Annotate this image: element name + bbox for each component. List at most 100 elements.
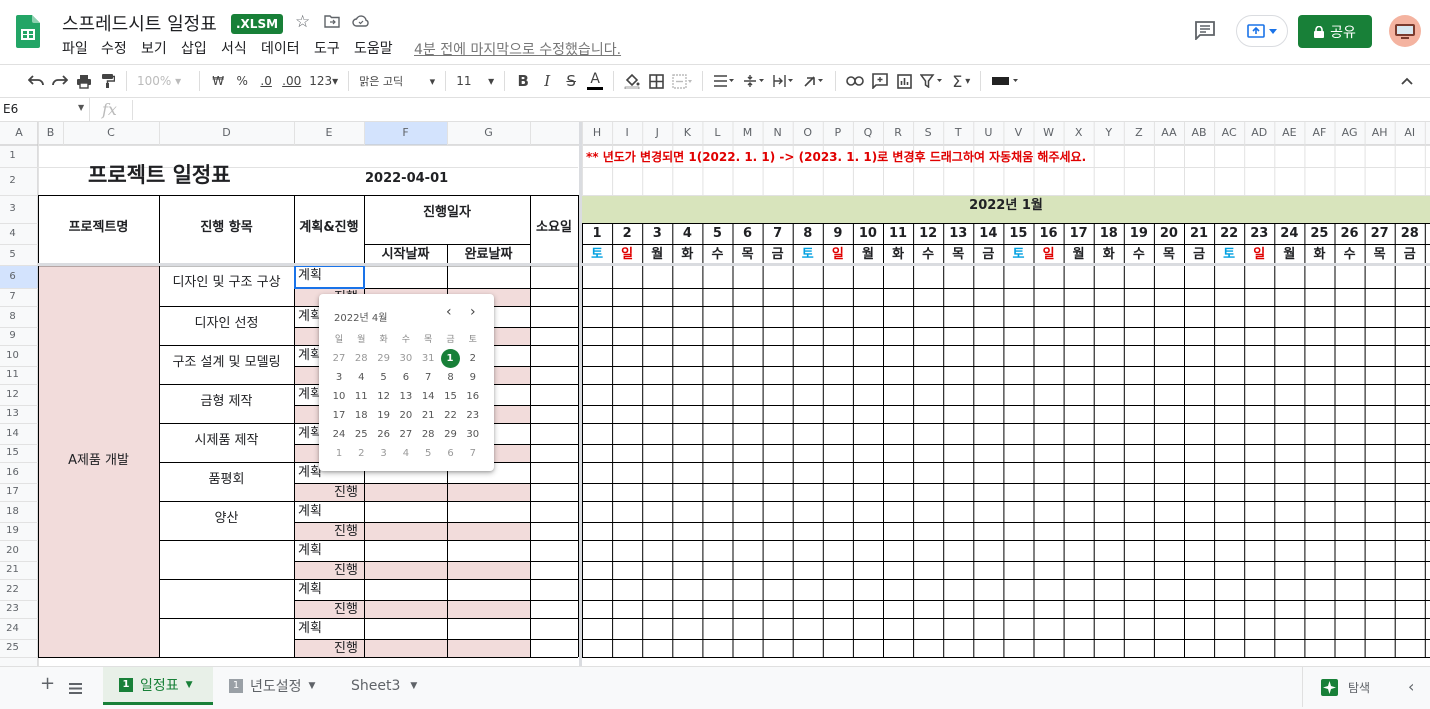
date-cell[interactable]: 20: [396, 407, 416, 424]
date-cell-outside[interactable]: 3: [374, 445, 394, 462]
date-cell[interactable]: 12: [374, 388, 394, 405]
increase-decimal-button[interactable]: .00: [279, 68, 304, 94]
date-cell-outside[interactable]: 27: [329, 350, 349, 367]
strikethrough-icon[interactable]: S: [560, 68, 582, 94]
row-header-24[interactable]: 24: [0, 624, 25, 634]
star-icon[interactable]: ☆: [295, 12, 310, 32]
date-cell[interactable]: 15: [441, 388, 461, 405]
row-header-8[interactable]: 8: [0, 312, 25, 322]
bold-icon[interactable]: B: [512, 68, 534, 94]
text-rotate-icon[interactable]: [800, 68, 828, 94]
column-header-n[interactable]: N: [763, 127, 793, 138]
date-cell[interactable]: 27: [396, 426, 416, 443]
add-sheet-icon[interactable]: +: [40, 673, 55, 694]
share-button[interactable]: 공유: [1298, 15, 1372, 48]
row-header-6[interactable]: 6: [0, 272, 25, 282]
sheet-tab-sheet3[interactable]: Sheet3 ▼: [333, 667, 429, 705]
column-header-p[interactable]: P: [823, 127, 853, 138]
date-cell[interactable]: 26: [374, 426, 394, 443]
column-header-r[interactable]: R: [883, 127, 913, 138]
column-header-m[interactable]: M: [733, 127, 763, 138]
column-header-f[interactable]: F: [364, 127, 447, 138]
borders-icon[interactable]: [645, 68, 667, 94]
date-cell[interactable]: 5: [374, 369, 394, 386]
row-header-18[interactable]: 18: [0, 507, 25, 517]
date-cell[interactable]: 25: [351, 426, 371, 443]
cloud-status-icon[interactable]: [352, 13, 370, 32]
column-header-z[interactable]: Z: [1124, 127, 1154, 138]
print-icon[interactable]: [73, 68, 95, 94]
text-wrap-icon[interactable]: [770, 68, 798, 94]
row-header-23[interactable]: 23: [0, 604, 25, 614]
functions-icon[interactable]: Σ ▾: [949, 68, 973, 94]
input-tools-icon[interactable]: [988, 68, 1022, 94]
date-cell[interactable]: 28: [418, 426, 438, 443]
row-header-19[interactable]: 19: [0, 526, 25, 536]
column-header-u[interactable]: U: [973, 127, 1003, 138]
present-button[interactable]: [1236, 15, 1288, 47]
column-header-j[interactable]: J: [642, 127, 672, 138]
sheets-logo-icon[interactable]: [16, 15, 40, 48]
row-header-7[interactable]: 7: [0, 292, 25, 302]
menu-view[interactable]: 보기: [141, 38, 167, 58]
column-header-ai[interactable]: AI: [1395, 127, 1425, 138]
paint-format-icon[interactable]: [97, 68, 119, 94]
collapse-menu-icon[interactable]: [1396, 68, 1418, 94]
date-cell-outside[interactable]: 30: [396, 350, 416, 367]
date-cell[interactable]: 10: [329, 388, 349, 405]
date-cell-outside[interactable]: 2: [351, 445, 371, 462]
menu-insert[interactable]: 삽입: [181, 38, 207, 58]
row-header-11[interactable]: 11: [0, 370, 25, 380]
date-cell[interactable]: 2: [463, 350, 483, 367]
next-month-icon[interactable]: ›: [470, 304, 476, 320]
date-cell-outside[interactable]: 29: [374, 350, 394, 367]
column-header-ab[interactable]: AB: [1184, 127, 1214, 138]
date-cell[interactable]: 30: [463, 426, 483, 443]
percent-format-button[interactable]: %: [231, 68, 253, 94]
row-header-4[interactable]: 4: [0, 229, 25, 239]
explore-button[interactable]: 탐색: [1302, 667, 1388, 707]
date-cell[interactable]: 17: [329, 407, 349, 424]
date-cell-outside[interactable]: 7: [463, 445, 483, 462]
sheet-tab-year-settings[interactable]: 1 년도설정 ▼: [213, 667, 333, 705]
sheet-tab-schedule[interactable]: 1 일정표 ▼: [103, 667, 213, 705]
menu-format[interactable]: 서식: [221, 38, 247, 58]
vertical-align-icon[interactable]: [740, 68, 768, 94]
row-header-14[interactable]: 14: [0, 429, 25, 439]
menu-edit[interactable]: 수정: [101, 38, 127, 58]
redo-icon[interactable]: [49, 68, 71, 94]
column-header-d[interactable]: D: [159, 127, 294, 138]
column-header-e[interactable]: E: [294, 127, 364, 138]
column-header-o[interactable]: O: [793, 127, 823, 138]
column-header-y[interactable]: Y: [1094, 127, 1124, 138]
zoom-select[interactable]: 100% ▾: [134, 68, 184, 94]
date-cell[interactable]: 3: [329, 369, 349, 386]
last-edit-link[interactable]: 4분 전에 마지막으로 수정했습니다.: [414, 39, 621, 59]
date-cell[interactable]: 23: [463, 407, 483, 424]
row-header-5[interactable]: 5: [0, 250, 25, 260]
row-header-21[interactable]: 21: [0, 565, 25, 575]
date-picker[interactable]: 2022년 4월 ‹ › 일 월 화 수 목 금 토 27 28 29 30 31 1 2 3 4 5 6 7 8 9 1…: [319, 294, 494, 471]
column-header-ah[interactable]: AH: [1365, 127, 1395, 138]
column-header-x[interactable]: X: [1064, 127, 1094, 138]
date-cell-outside[interactable]: 28: [351, 350, 371, 367]
row-header-22[interactable]: 22: [0, 585, 25, 595]
horizontal-align-icon[interactable]: [710, 68, 738, 94]
name-box[interactable]: E6 ▼: [0, 98, 90, 121]
column-header-g[interactable]: G: [447, 127, 530, 138]
prev-month-icon[interactable]: ‹: [446, 304, 452, 320]
undo-icon[interactable]: [25, 68, 47, 94]
date-cell[interactable]: 29: [441, 426, 461, 443]
date-cell-outside[interactable]: 31: [418, 350, 438, 367]
text-color-icon[interactable]: A: [584, 68, 606, 94]
date-cell[interactable]: 14: [418, 388, 438, 405]
column-header-t[interactable]: T: [943, 127, 973, 138]
date-cell-outside[interactable]: 1: [329, 445, 349, 462]
comments-icon[interactable]: [1194, 20, 1216, 44]
column-header-c[interactable]: C: [63, 127, 159, 138]
row-header-20[interactable]: 20: [0, 546, 25, 556]
currency-format-button[interactable]: ₩: [207, 68, 229, 94]
spreadsheet-grid[interactable]: A B C D E F G H I J K L M N O P Q R S T U V W X Y Z AA AB AC AD AE AF AG…: [0, 122, 1430, 666]
date-cell-outside[interactable]: 4: [396, 445, 416, 462]
filter-icon[interactable]: [917, 68, 947, 94]
